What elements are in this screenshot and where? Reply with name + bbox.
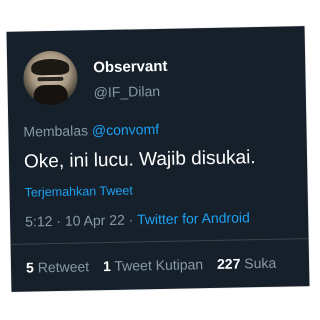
- author-handle[interactable]: @IF_Dilan: [94, 83, 161, 100]
- likes-label: Suka: [244, 254, 277, 272]
- replying-prefix: Membalas: [23, 122, 89, 140]
- translate-tweet-link[interactable]: Terjemahkan Tweet: [24, 183, 132, 199]
- author-name[interactable]: Observant: [93, 58, 168, 76]
- likes-count: 227: [216, 255, 241, 272]
- avatar-mask: [33, 84, 68, 106]
- divider: [10, 238, 309, 245]
- tweet-time[interactable]: 5:12: [25, 213, 53, 230]
- avatar-hair: [31, 58, 70, 76]
- retweets-count: 5: [25, 259, 35, 276]
- quote-tweets-stat[interactable]: 1 Tweet Kutipan: [103, 256, 203, 274]
- quote-tweets-label: Tweet Kutipan: [114, 256, 204, 274]
- avatar[interactable]: [22, 50, 78, 106]
- replying-to: Membalas @convomf: [23, 121, 159, 140]
- tweet-meta: 5:12 · 10 Apr 22 · Twitter for Android: [25, 209, 250, 229]
- meta-separator: ·: [52, 212, 66, 230]
- meta-separator: ·: [124, 211, 138, 228]
- reply-mention-link[interactable]: @convomf: [92, 121, 159, 138]
- tweet-date[interactable]: 10 Apr 22: [65, 212, 125, 229]
- tweet-card: Observant @IF_Dilan Membalas @convomf Ok…: [6, 26, 310, 292]
- retweets-stat[interactable]: 5 Retweet: [26, 258, 89, 275]
- avatar-eyes: [37, 76, 64, 82]
- tweet-stats: 5 Retweet 1 Tweet Kutipan 227 Suka: [26, 255, 286, 276]
- quote-tweets-count: 1: [102, 257, 111, 275]
- tweet-source-link[interactable]: Twitter for Android: [137, 209, 250, 227]
- tweet-text: Oke, ini lucu. Wajib disukai.: [23, 147, 256, 173]
- retweets-label: Retweet: [37, 258, 90, 276]
- likes-stat[interactable]: 227 Suka: [217, 255, 276, 272]
